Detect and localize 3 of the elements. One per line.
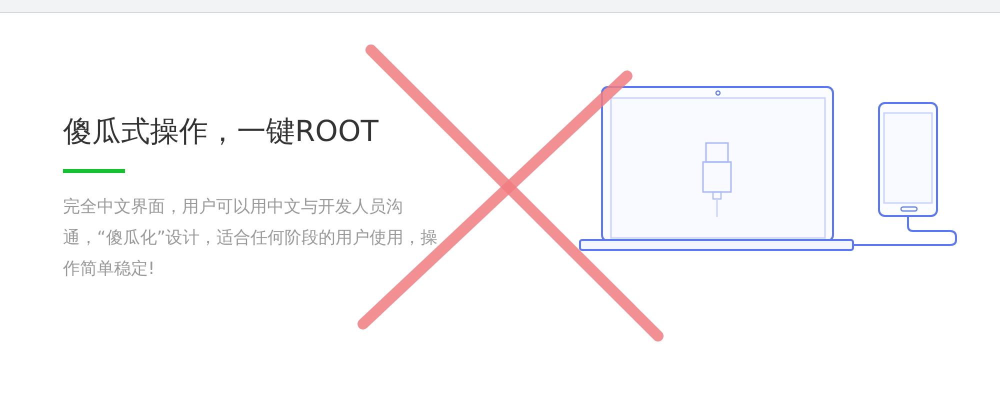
headline: 傻瓜式操作，一键ROOT xyxy=(63,113,380,150)
accent-bar xyxy=(63,169,125,173)
description: 完全中文界面，用户可以用中文与开发人员沟通，“傻瓜化”设计，适合任何阶段的用户使用，操作简单稳定! xyxy=(63,196,439,281)
